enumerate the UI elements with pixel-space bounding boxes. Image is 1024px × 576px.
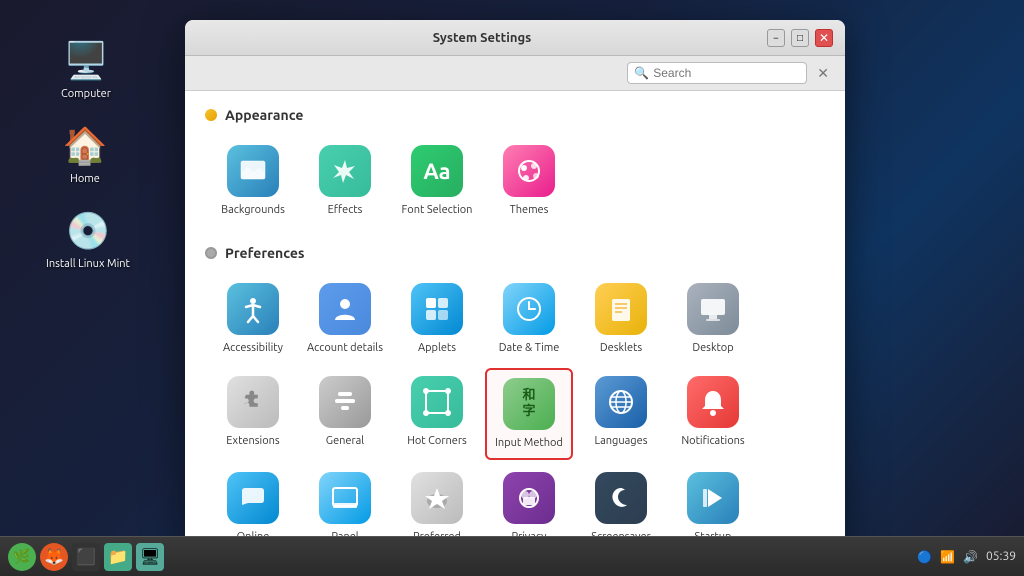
computer-label: Computer	[61, 88, 111, 100]
close-button[interactable]: ✕	[815, 29, 833, 47]
taskbar-firefox[interactable]: 🦊	[40, 543, 68, 571]
online-accounts-icon	[227, 472, 279, 524]
extensions-icon	[227, 376, 279, 428]
system-settings-window: System Settings − □ ✕ 🔍 ✕ Appearance	[185, 20, 845, 550]
applets-icon	[411, 283, 463, 335]
settings-item-desklets[interactable]: Desklets	[577, 275, 665, 363]
languages-icon	[595, 376, 647, 428]
search-icon: 🔍	[634, 66, 649, 80]
preferences-title: Preferences	[225, 245, 305, 261]
taskbar-app5[interactable]: 🖥	[136, 543, 164, 571]
appearance-dot	[205, 109, 217, 121]
volume-icon: 🔊	[963, 550, 978, 564]
settings-item-account-details[interactable]: Account details	[301, 275, 389, 363]
settings-item-notifications[interactable]: Notifications	[669, 368, 757, 460]
date-time-icon	[503, 283, 555, 335]
applets-label: Applets	[418, 341, 456, 355]
taskbar-right: 🔵 📶 🔊 05:39	[917, 550, 1016, 564]
window-controls: − □ ✕	[767, 29, 833, 47]
screensaver-icon	[595, 472, 647, 524]
input-method-icon: 和字	[503, 378, 555, 430]
maximize-button[interactable]: □	[791, 29, 809, 47]
notifications-label: Notifications	[681, 434, 744, 448]
effects-icon	[319, 145, 371, 197]
hot-corners-icon	[411, 376, 463, 428]
hot-corners-label: Hot Corners	[407, 434, 467, 448]
desklets-label: Desklets	[600, 341, 642, 355]
settings-item-input-method[interactable]: 和字 Input Method	[485, 368, 573, 460]
preferences-dot	[205, 247, 217, 259]
settings-item-accessibility[interactable]: Accessibility	[209, 275, 297, 363]
searchbar: 🔍 ✕	[185, 56, 845, 91]
appearance-section-header: Appearance	[205, 107, 825, 123]
extensions-label: Extensions	[226, 434, 279, 448]
preferred-applications-icon	[411, 472, 463, 524]
window-title: System Settings	[197, 31, 767, 45]
settings-item-general[interactable]: General	[301, 368, 389, 460]
desktop: 🖥️ Computer 🏠 Home 💿 Install Linux Mint …	[0, 0, 1024, 576]
general-icon	[319, 376, 371, 428]
date-time-label: Date & Time	[499, 341, 560, 355]
languages-label: Languages	[595, 434, 648, 448]
window-content: Appearance Backgrounds Effects	[185, 91, 845, 550]
effects-label: Effects	[328, 203, 363, 217]
home-icon: 🏠	[61, 121, 109, 169]
preferences-section-header: Preferences	[205, 245, 825, 261]
notifications-icon	[687, 376, 739, 428]
settings-item-applets[interactable]: Applets	[393, 275, 481, 363]
desktop-icon-home[interactable]: 🏠 Home	[55, 115, 115, 191]
input-method-label: Input Method	[495, 436, 563, 450]
taskbar: 🌿 🦊 ⬛ 📁 🖥 🔵 📶 🔊 05:39	[0, 536, 1024, 576]
preferences-grid: Accessibility Account details Applets	[205, 275, 825, 550]
settings-item-effects[interactable]: Effects	[301, 137, 389, 225]
desktop-icon-computer[interactable]: 🖥️ Computer	[55, 30, 117, 106]
minimize-button[interactable]: −	[767, 29, 785, 47]
settings-item-date-time[interactable]: Date & Time	[485, 275, 573, 363]
clear-search-button[interactable]: ✕	[813, 65, 833, 82]
account-details-icon	[319, 283, 371, 335]
themes-label: Themes	[510, 203, 549, 217]
taskbar-files[interactable]: 📁	[104, 543, 132, 571]
backgrounds-label: Backgrounds	[221, 203, 285, 217]
taskbar-left: 🌿 🦊 ⬛ 📁 🖥	[8, 543, 164, 571]
computer-icon: 🖥️	[62, 36, 110, 84]
bluetooth-icon: 🔵	[917, 550, 932, 564]
desktop-label: Desktop	[692, 341, 733, 355]
font-selection-icon: Aa	[411, 145, 463, 197]
appearance-title: Appearance	[225, 107, 303, 123]
settings-item-font-selection[interactable]: Aa Font Selection	[393, 137, 481, 225]
settings-item-hot-corners[interactable]: Hot Corners	[393, 368, 481, 460]
backgrounds-icon	[227, 145, 279, 197]
clock: 05:39	[986, 550, 1016, 563]
settings-item-backgrounds[interactable]: Backgrounds	[209, 137, 297, 225]
settings-item-themes[interactable]: Themes	[485, 137, 573, 225]
font-selection-label: Font Selection	[402, 203, 473, 217]
privacy-icon	[503, 472, 555, 524]
install-icon: 💿	[64, 206, 112, 254]
desktop-icon-settings	[687, 283, 739, 335]
general-label: General	[326, 434, 364, 448]
wifi-icon: 📶	[940, 550, 955, 564]
mint-menu-button[interactable]: 🌿	[8, 543, 36, 571]
startup-applications-icon	[687, 472, 739, 524]
desklets-icon	[595, 283, 647, 335]
install-label: Install Linux Mint	[46, 258, 130, 270]
accessibility-icon	[227, 283, 279, 335]
settings-item-desktop[interactable]: Desktop	[669, 275, 757, 363]
search-wrapper[interactable]: 🔍	[627, 62, 807, 84]
themes-icon	[503, 145, 555, 197]
appearance-grid: Backgrounds Effects Aa Font Selection	[205, 137, 825, 225]
home-label: Home	[70, 173, 100, 185]
desktop-icon-install[interactable]: 💿 Install Linux Mint	[40, 200, 136, 276]
panel-icon	[319, 472, 371, 524]
settings-item-extensions[interactable]: Extensions	[209, 368, 297, 460]
settings-item-languages[interactable]: Languages	[577, 368, 665, 460]
titlebar: System Settings − □ ✕	[185, 20, 845, 56]
accessibility-label: Accessibility	[223, 341, 283, 355]
taskbar-terminal[interactable]: ⬛	[72, 543, 100, 571]
search-input[interactable]	[653, 66, 793, 80]
account-details-label: Account details	[307, 341, 383, 355]
